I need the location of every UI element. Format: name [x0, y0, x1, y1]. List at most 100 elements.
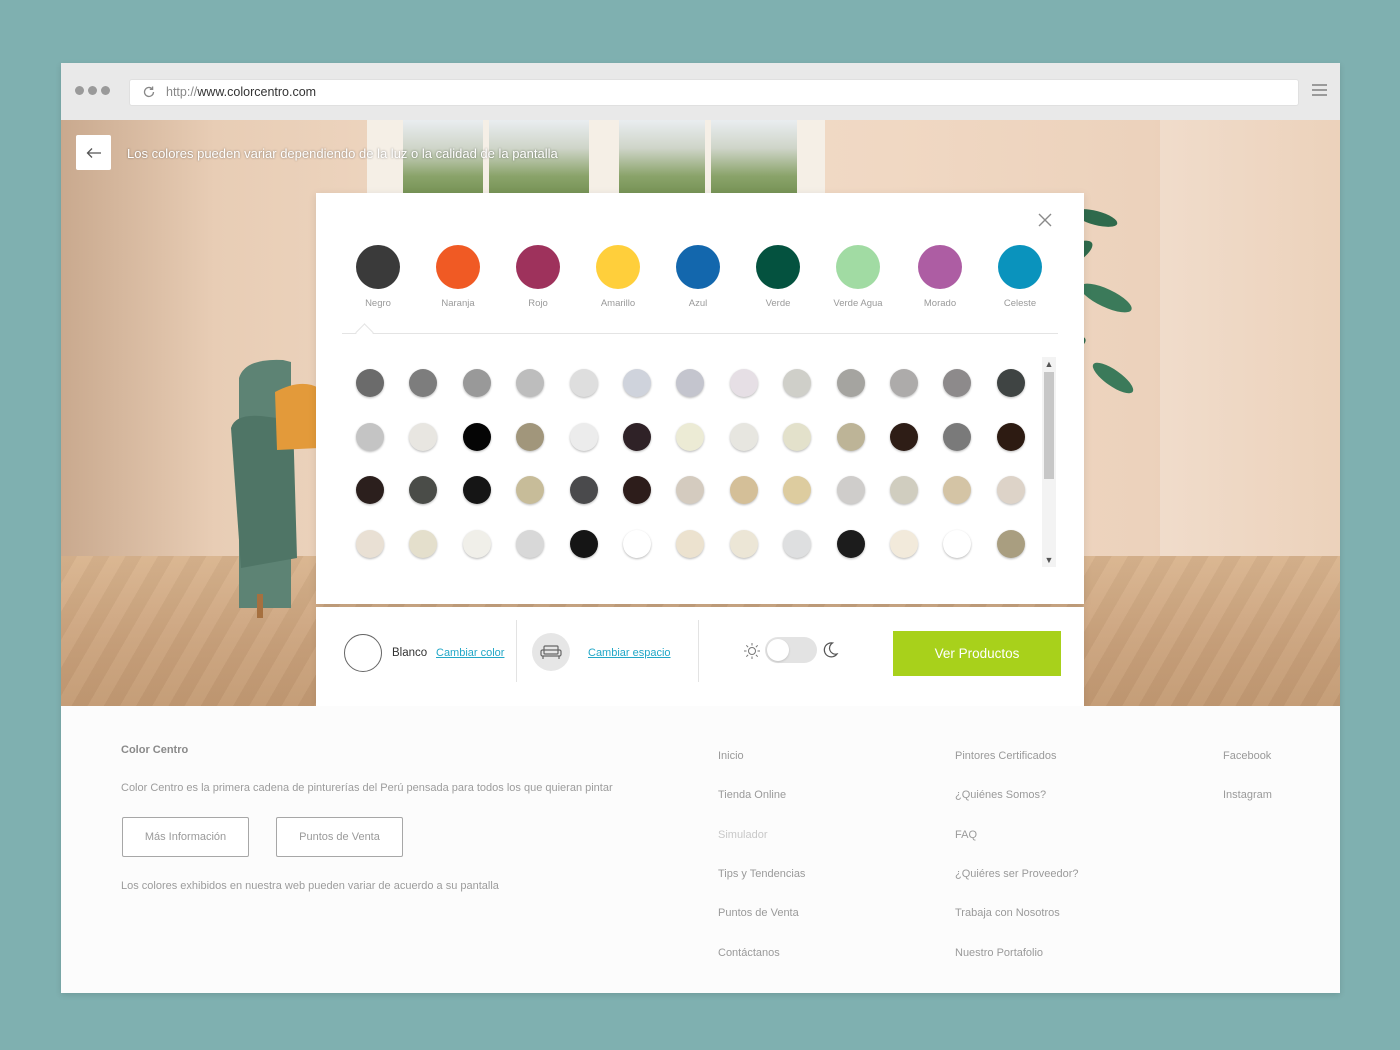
color-family-swatch[interactable] — [436, 245, 480, 289]
color-family-swatch[interactable] — [516, 245, 560, 289]
color-swatch[interactable] — [623, 476, 651, 504]
color-swatch[interactable] — [783, 422, 812, 451]
color-swatch[interactable] — [676, 476, 705, 504]
color-family-swatch[interactable] — [676, 245, 720, 289]
color-swatch[interactable] — [836, 529, 865, 558]
color-family-swatch[interactable] — [356, 245, 400, 289]
color-swatch[interactable] — [836, 422, 865, 451]
color-family-swatch[interactable] — [918, 245, 962, 289]
color-family-swatch[interactable] — [756, 245, 800, 289]
color-swatch[interactable] — [409, 529, 438, 558]
color-swatch[interactable] — [783, 529, 812, 558]
color-swatch[interactable] — [409, 476, 438, 504]
color-swatch[interactable] — [623, 369, 651, 397]
footer-link-facebook[interactable]: Facebook — [1223, 750, 1271, 762]
color-swatch[interactable] — [516, 422, 545, 451]
color-swatch[interactable] — [516, 369, 545, 397]
color-swatch[interactable] — [836, 369, 865, 397]
color-family-swatch[interactable] — [998, 245, 1042, 289]
chevron-up-icon[interactable]: ▲ — [1044, 359, 1054, 369]
window-dot[interactable] — [88, 86, 97, 95]
color-swatch[interactable] — [783, 476, 812, 504]
color-swatch[interactable] — [409, 369, 438, 397]
footer-link-inicio[interactable]: Inicio — [718, 750, 744, 762]
color-swatch[interactable] — [462, 369, 491, 397]
window-dot[interactable] — [75, 86, 84, 95]
day-night-toggle[interactable] — [765, 637, 817, 663]
footer-link-faq[interactable]: FAQ — [955, 829, 977, 841]
footer-link-tienda[interactable]: Tienda Online — [718, 789, 786, 801]
color-swatch[interactable] — [943, 369, 972, 397]
address-bar[interactable]: http://www.colorcentro.com — [129, 79, 1299, 106]
color-swatch[interactable] — [356, 476, 384, 504]
color-family-celeste[interactable]: Celeste — [980, 245, 1060, 309]
color-swatch[interactable] — [676, 369, 705, 397]
sofa-icon[interactable] — [532, 633, 570, 671]
color-swatch[interactable] — [996, 476, 1025, 504]
color-swatch[interactable] — [996, 369, 1025, 397]
reload-icon[interactable] — [142, 85, 156, 99]
toggle-knob[interactable] — [767, 639, 789, 661]
color-swatch[interactable] — [623, 422, 651, 451]
color-swatch[interactable] — [409, 422, 438, 451]
color-family-swatch[interactable] — [836, 245, 880, 289]
points-of-sale-button[interactable]: Puntos de Venta — [276, 817, 403, 857]
color-swatch[interactable] — [462, 422, 491, 451]
footer-link-quienes[interactable]: ¿Quiénes Somos? — [955, 789, 1046, 801]
chevron-down-icon[interactable]: ▼ — [1044, 555, 1054, 565]
color-family-naranja[interactable]: Naranja — [418, 245, 498, 309]
hamburger-menu-icon[interactable] — [1312, 84, 1327, 98]
color-swatch[interactable] — [569, 369, 598, 397]
footer-link-tips[interactable]: Tips y Tendencias — [718, 868, 805, 880]
color-swatch[interactable] — [836, 476, 865, 504]
color-swatch[interactable] — [890, 422, 918, 451]
window-controls[interactable] — [75, 86, 110, 95]
color-swatch[interactable] — [623, 529, 651, 558]
color-swatch[interactable] — [462, 476, 491, 504]
change-color-link[interactable]: Cambiar color — [436, 647, 504, 659]
view-products-button[interactable]: Ver Productos — [893, 631, 1061, 676]
color-swatch[interactable] — [676, 529, 705, 558]
footer-link-pintores[interactable]: Pintores Certificados — [955, 750, 1057, 762]
footer-link-instagram[interactable]: Instagram — [1223, 789, 1272, 801]
more-info-button[interactable]: Más Información — [122, 817, 249, 857]
color-swatch[interactable] — [729, 529, 758, 558]
color-swatch[interactable] — [516, 529, 545, 558]
color-swatch[interactable] — [569, 422, 598, 451]
color-swatch[interactable] — [943, 422, 972, 451]
color-swatch[interactable] — [676, 422, 705, 451]
color-swatch[interactable] — [890, 476, 918, 504]
color-swatch[interactable] — [569, 529, 598, 558]
color-swatch[interactable] — [516, 476, 545, 504]
color-swatch[interactable] — [729, 422, 758, 451]
color-family-verde-agua[interactable]: Verde Agua — [818, 245, 898, 309]
back-button[interactable] — [76, 135, 111, 170]
color-swatch[interactable] — [783, 369, 812, 397]
color-family-morado[interactable]: Morado — [900, 245, 980, 309]
color-swatch[interactable] — [890, 529, 918, 558]
footer-link-contacto[interactable]: Contáctanos — [718, 947, 780, 959]
color-family-negro[interactable]: Negro — [338, 245, 418, 309]
color-swatch[interactable] — [943, 529, 972, 558]
color-swatch[interactable] — [356, 369, 384, 397]
footer-link-portafolio[interactable]: Nuestro Portafolio — [955, 947, 1043, 959]
color-family-rojo[interactable]: Rojo — [498, 245, 578, 309]
footer-link-proveedor[interactable]: ¿Quiéres ser Proveedor? — [955, 868, 1079, 880]
color-swatch[interactable] — [569, 476, 598, 504]
color-swatch[interactable] — [356, 529, 384, 558]
url-text[interactable]: http://www.colorcentro.com — [166, 85, 316, 99]
close-icon[interactable] — [1038, 213, 1052, 227]
color-swatch[interactable] — [890, 369, 918, 397]
color-family-azul[interactable]: Azul — [658, 245, 738, 309]
color-family-verde[interactable]: Verde — [738, 245, 818, 309]
footer-link-simulador[interactable]: Simulador — [718, 829, 768, 841]
footer-link-puntos[interactable]: Puntos de Venta — [718, 907, 799, 919]
color-swatch[interactable] — [943, 476, 972, 504]
footer-link-trabaja[interactable]: Trabaja con Nosotros — [955, 907, 1060, 919]
color-family-swatch[interactable] — [596, 245, 640, 289]
color-swatch[interactable] — [729, 476, 758, 504]
scrollbar-thumb[interactable] — [1044, 372, 1054, 479]
change-space-link[interactable]: Cambiar espacio — [588, 647, 671, 659]
swatch-scrollbar[interactable]: ▲ ▼ — [1042, 357, 1056, 567]
window-dot[interactable] — [101, 86, 110, 95]
